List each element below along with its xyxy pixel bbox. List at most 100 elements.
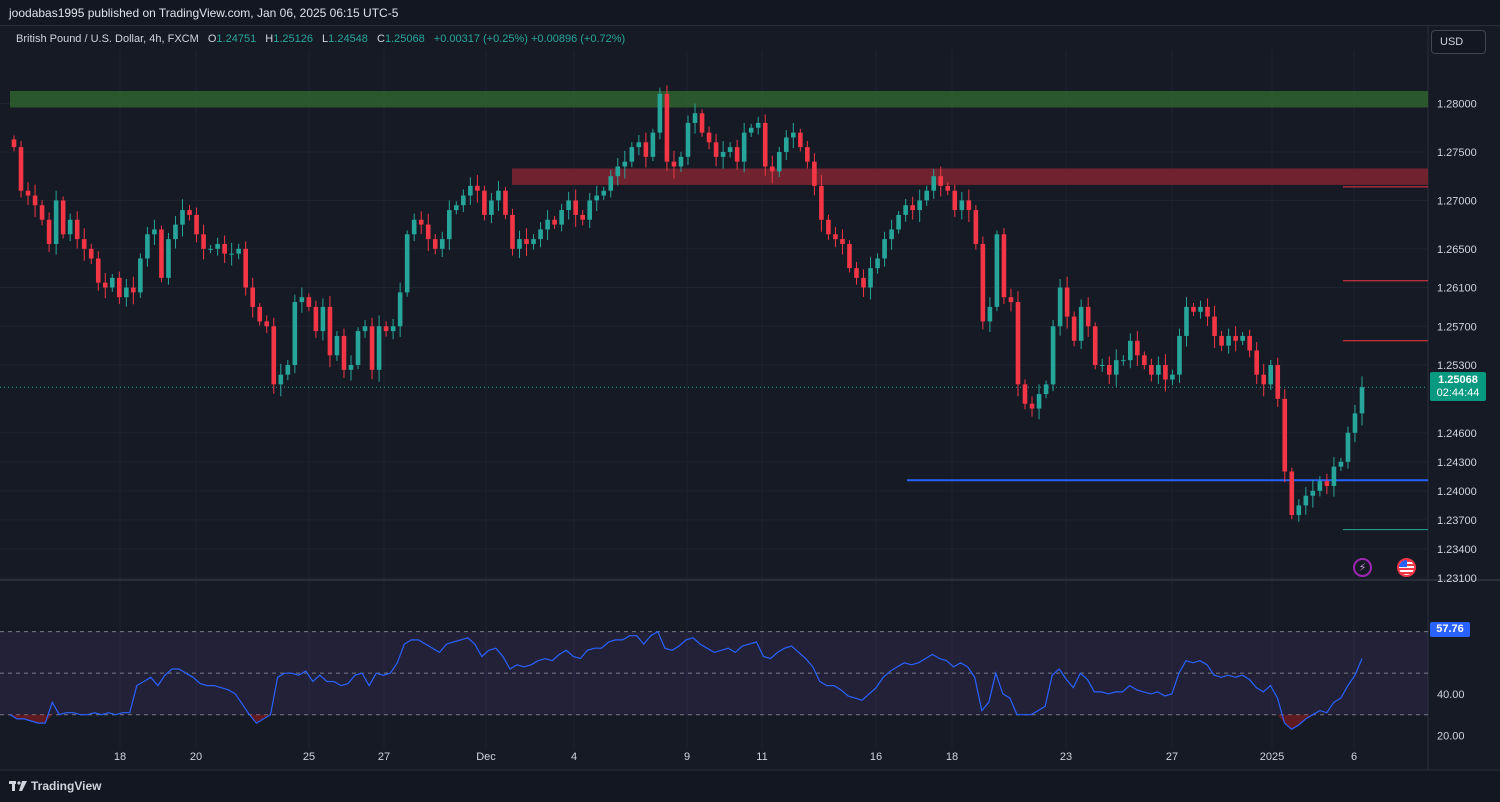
zones	[10, 90, 1428, 185]
candle	[608, 176, 614, 191]
candle	[1008, 297, 1014, 303]
candle	[713, 142, 719, 157]
x-tick-label: 27	[1166, 751, 1178, 763]
candle	[994, 234, 1000, 307]
candle	[748, 127, 754, 133]
candle	[32, 195, 38, 206]
candle	[924, 190, 930, 201]
candle	[791, 132, 796, 138]
candle	[1289, 471, 1295, 516]
candle	[299, 297, 305, 303]
green-zone	[10, 90, 1428, 108]
candle	[531, 239, 536, 244]
candle	[1247, 335, 1252, 351]
y-tick-label: 1.26100	[1437, 283, 1477, 295]
candle	[671, 161, 677, 167]
candle	[847, 243, 852, 269]
candle	[903, 205, 908, 215]
candle	[819, 185, 824, 220]
candle	[1001, 234, 1007, 298]
candle	[208, 248, 213, 250]
candle	[931, 176, 937, 191]
candle	[243, 248, 248, 288]
candle	[341, 335, 347, 370]
x-tick-label: 18	[946, 751, 958, 763]
candle	[678, 156, 684, 167]
symbol-name[interactable]: British Pound / U.S. Dollar, 4h, FXCM	[16, 33, 199, 45]
candle	[945, 185, 951, 191]
candle	[1071, 316, 1077, 341]
candle	[622, 161, 628, 167]
candle	[587, 200, 593, 220]
footer-brand: TradingView	[31, 779, 102, 793]
candle	[594, 195, 600, 201]
candle	[1261, 374, 1267, 385]
candle	[355, 331, 361, 365]
candle	[1282, 398, 1288, 472]
candle	[1022, 384, 1028, 404]
candle	[1142, 355, 1147, 365]
candle	[875, 258, 880, 269]
candle	[1092, 326, 1098, 365]
candle	[1310, 490, 1316, 496]
candle	[145, 234, 150, 259]
candle	[46, 219, 52, 244]
candle	[39, 205, 45, 220]
candle	[468, 185, 473, 196]
currency-button[interactable]: USD	[1431, 30, 1486, 54]
candle	[489, 200, 494, 215]
candle	[1120, 360, 1126, 362]
candle	[1303, 495, 1309, 506]
level-lines[interactable]	[0, 186, 1428, 531]
candle	[109, 277, 115, 288]
candle	[959, 200, 965, 211]
candle	[910, 205, 915, 211]
candle	[538, 229, 543, 240]
last-price-tag: 1.25068 02:44:44	[1430, 372, 1486, 401]
candle	[271, 326, 277, 385]
candle	[1106, 364, 1112, 375]
close-label: C	[376, 33, 385, 45]
candle	[1163, 364, 1168, 380]
candle	[798, 132, 803, 148]
candle	[833, 234, 838, 240]
change-value: +0.00317 (+0.25%) +0.00896 (+0.72%)	[433, 33, 626, 45]
bolt-icon[interactable]: ⚡	[1353, 558, 1372, 577]
candle	[1135, 340, 1140, 356]
candle	[1212, 316, 1217, 336]
candle	[734, 147, 740, 162]
candle	[117, 277, 122, 298]
candle	[776, 151, 782, 172]
candles	[11, 85, 1365, 522]
candle	[1226, 335, 1231, 346]
candle	[404, 234, 410, 293]
candle	[636, 142, 642, 148]
candle	[138, 258, 143, 293]
candle	[482, 190, 487, 215]
high-label: H	[265, 33, 274, 45]
candle	[1345, 432, 1351, 462]
chart-canvas[interactable]: 1.28000 1.27500 1.27000 1.26500 1.26100 1.257…	[0, 0, 1500, 802]
candle	[201, 234, 206, 249]
candle	[861, 277, 866, 288]
tradingview-logo[interactable]: TradingView	[9, 772, 101, 800]
candle	[762, 122, 768, 167]
candle	[257, 306, 263, 322]
y-tick-label: 1.24300	[1437, 457, 1477, 469]
x-tick-label: 9	[684, 751, 690, 763]
candle	[566, 200, 571, 211]
candle	[95, 258, 101, 283]
candle	[517, 239, 522, 249]
candle	[88, 248, 94, 259]
candle	[664, 93, 670, 162]
candle	[222, 243, 227, 254]
candle	[376, 326, 382, 370]
candle	[180, 210, 185, 225]
x-tick-label: 25	[303, 751, 315, 763]
candle	[411, 219, 417, 235]
candle	[461, 195, 466, 206]
us-flag-icon[interactable]	[1397, 558, 1416, 577]
y-tick-label: 1.27500	[1437, 147, 1477, 159]
candle	[124, 287, 129, 298]
rsi-value-tag: 57.76	[1430, 622, 1470, 637]
